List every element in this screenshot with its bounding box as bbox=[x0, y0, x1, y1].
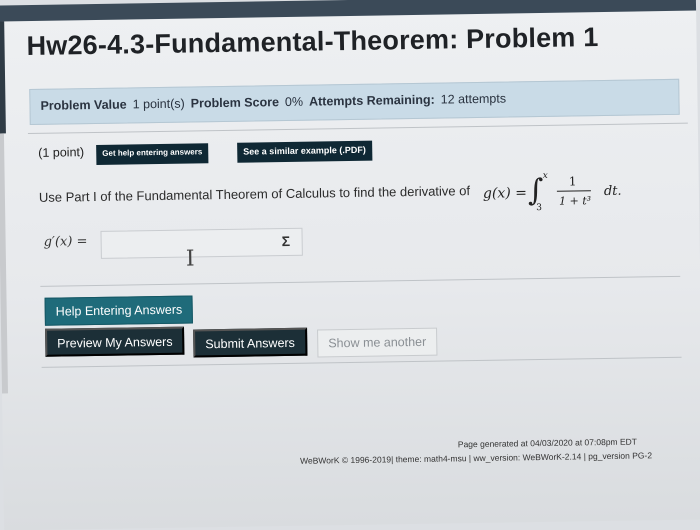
fraction-numerator: 1 bbox=[568, 174, 577, 189]
divider bbox=[27, 122, 688, 135]
answer-input[interactable] bbox=[100, 227, 303, 259]
help-entering-answers-button[interactable]: Help Entering Answers bbox=[44, 295, 194, 326]
attempts-label: Attempts Remaining: bbox=[308, 92, 435, 109]
sigma-icon[interactable]: Σ bbox=[282, 233, 291, 249]
top-bar bbox=[0, 0, 697, 22]
left-edge-shade bbox=[0, 133, 9, 394]
problem-value-label: Problem Value bbox=[40, 97, 127, 113]
similar-example-link[interactable]: See a similar example (.PDF) bbox=[237, 140, 372, 163]
page-generated-text: Page generated at 04/03/2020 at 07:08pm … bbox=[457, 436, 638, 450]
differential: dt. bbox=[603, 183, 622, 200]
attempts-text: 12 attempts bbox=[440, 91, 507, 107]
preview-answers-button[interactable]: Preview My Answers bbox=[45, 326, 185, 357]
integral-lower-limit: 3 bbox=[536, 202, 542, 214]
left-edge-bar bbox=[0, 21, 6, 134]
integral-formula: g(x) = ∫ x 3 1 1 + t³ dt. bbox=[483, 169, 644, 218]
problem-value-text: 1 point(s) bbox=[132, 96, 185, 112]
footer-text: WeBWorK © 1996-2019| theme: math4-msu | … bbox=[300, 450, 653, 466]
fraction-denominator: 1 + t³ bbox=[558, 194, 592, 208]
show-another-button[interactable]: Show me another bbox=[317, 327, 438, 358]
text-cursor-icon: I bbox=[185, 246, 195, 272]
problem-info-box: Problem Value 1 point(s) Problem Score 0% At… bbox=[29, 78, 680, 126]
problem-score-label: Problem Score bbox=[190, 95, 280, 111]
fraction-bar bbox=[556, 190, 591, 192]
get-help-link[interactable]: Get help entering answers bbox=[96, 143, 209, 165]
question-text: Use Part I of the Fundamental Theorem of… bbox=[38, 183, 471, 205]
page-title: Hw26-4.3-Fundamental-Theorem: Problem 1 bbox=[26, 22, 599, 62]
divider bbox=[40, 275, 681, 287]
submit-answers-button[interactable]: Submit Answers bbox=[193, 327, 308, 358]
points-label: (1 point) bbox=[38, 145, 85, 160]
integral-upper-limit: x bbox=[542, 170, 548, 181]
problem-score-text: 0% bbox=[284, 94, 304, 110]
formula-lhs: g(x) = bbox=[482, 185, 528, 202]
divider bbox=[41, 356, 682, 368]
webwork-page: Hw26-4.3-Fundamental-Theorem: Problem 1 … bbox=[0, 0, 700, 530]
answer-label: g′(x) = bbox=[43, 234, 88, 250]
